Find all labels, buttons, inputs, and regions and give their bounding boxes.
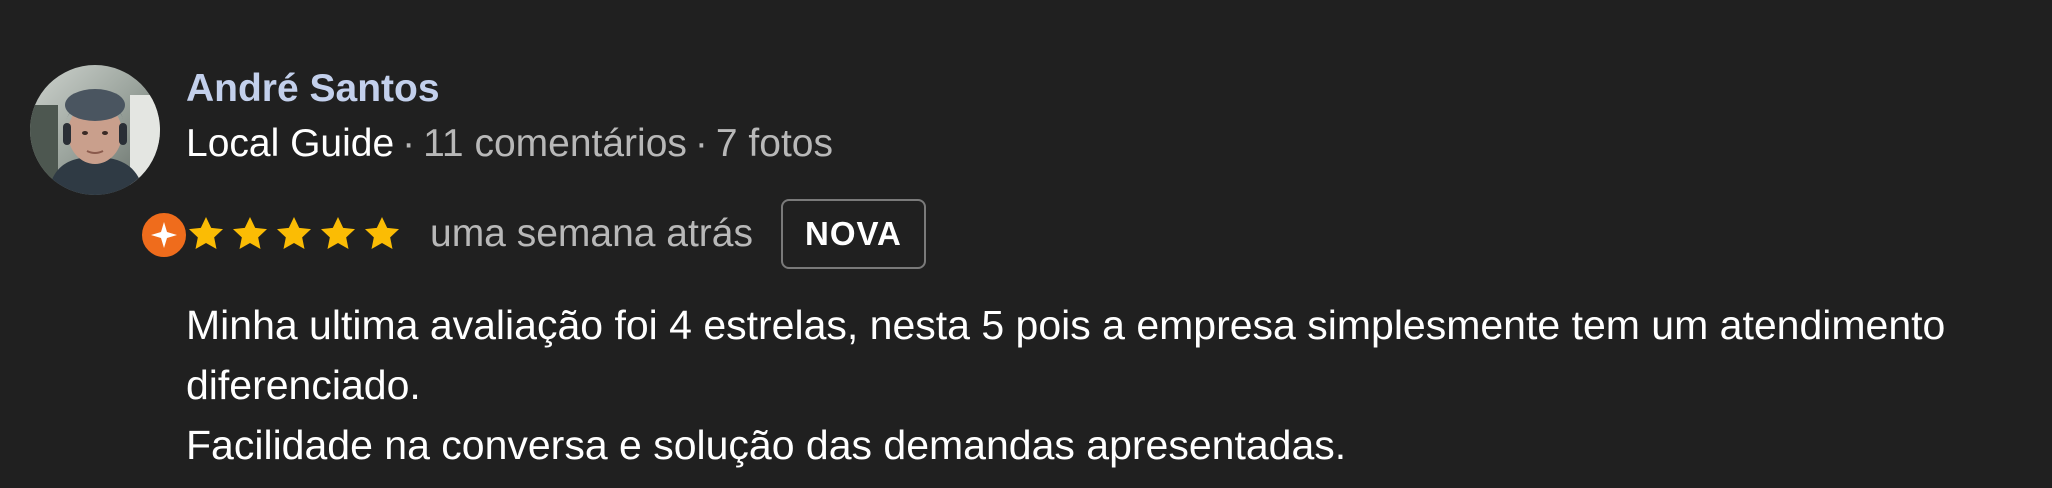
star-icon [277,217,311,249]
author-name[interactable]: André Santos [186,64,440,114]
meta-separator: · [402,122,416,165]
star-rating [186,214,402,254]
photos-count: 7 fotos [715,122,833,165]
review-time: uma semana atrás [430,212,753,255]
rating-row: uma semana atrás NOVA [186,198,926,270]
avatar-photo [30,65,160,195]
review-card: André Santos Local Guide · 11 comentários ·… [0,0,2052,488]
new-badge: NOVA [781,199,926,269]
review-text: Minha ultima avaliação foi 4 estrelas, n… [186,295,2036,475]
local-guide-star-icon [138,209,190,261]
star-icon [233,217,267,249]
star-icon [189,217,223,249]
reviews-count: 11 comentários [423,122,687,165]
star-icon [321,217,355,249]
meta-separator: · [694,122,708,165]
author-meta: Local Guide · 11 comentários · 7 fotos [186,118,833,170]
review-text-line: Facilidade na conversa e solução das dem… [186,422,1347,468]
review-text-line: Minha ultima avaliação foi 4 estrelas, n… [186,302,1946,408]
star-icon [365,217,399,249]
local-guide-label: Local Guide [186,122,395,165]
author-avatar[interactable] [30,65,190,261]
